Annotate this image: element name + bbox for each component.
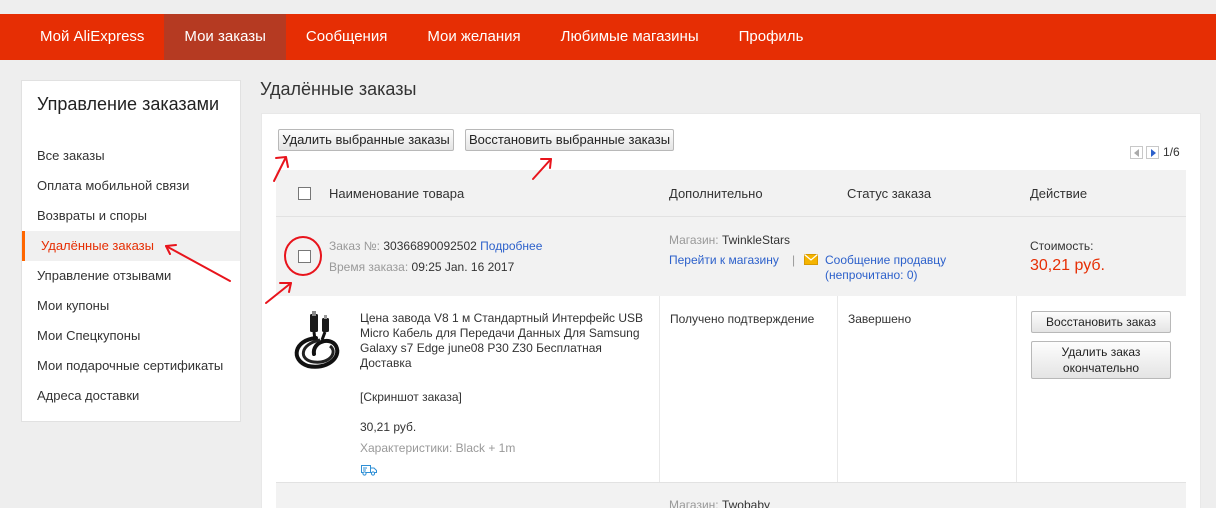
nav-profile[interactable]: Профиль [719,14,824,60]
product-title-line: Micro Кабель для Передачи Данных Для Sam… [360,326,640,340]
order-time-label: Время заказа: [329,260,409,274]
nav-messages[interactable]: Сообщения [286,14,407,60]
message-seller-link[interactable]: Сообщение продавцу [825,253,946,267]
chevron-right-icon [1151,148,1156,157]
restore-order-button[interactable]: Восстановить заказ [1031,311,1171,333]
pager: 1/6 [1130,145,1180,159]
store-name: TwinkleStars [721,233,790,247]
sidebar-item-mobile-payment[interactable]: Оплата мобильной связи [22,171,240,201]
order-time: 09:25 Jan. 16 2017 [411,260,515,274]
sidebar-item-returns-disputes[interactable]: Возвраты и споры [22,201,240,231]
table-header: Наименование товара Дополнительно Статус… [276,170,1186,216]
sidebar-item-deleted-orders[interactable]: Удалённые заказы [22,231,240,261]
cost-label: Стоимость: [1030,239,1094,253]
column-divider [837,296,838,482]
main-nav: Мой AliExpress Мои заказы Сообщения Мои … [20,14,1216,60]
orders-panel: Удалить выбранные заказы Восстановить вы… [261,113,1201,508]
column-divider [659,296,660,482]
header-status: Статус заказа [847,186,932,201]
order-checkbox[interactable] [298,250,311,263]
product-image[interactable] [286,310,348,372]
delete-selected-button[interactable]: Удалить выбранные заказы [278,129,454,151]
chevron-left-icon [1134,148,1139,157]
unread-close: ) [913,268,918,282]
sidebar-item-feedback[interactable]: Управление отзывами [22,261,240,291]
product-title-line: Доставка [360,356,412,370]
product-specs: Black + 1m [455,441,516,455]
go-to-store-link[interactable]: Перейти к магазину [669,253,779,267]
delete-button-line: окончательно [1062,361,1140,375]
pager-prev-button[interactable] [1130,145,1143,159]
header-action: Действие [1030,186,1088,201]
delete-button-line: Удалить заказ [1061,345,1141,359]
pager-text: 1/6 [1163,145,1180,159]
unread-open: (непрочитано: [825,268,904,282]
product-specs-line: Характеристики: Black + 1m [360,441,515,455]
sidebar-item-gift-cards[interactable]: Мои подарочные сертификаты [22,351,240,381]
store-label: Магазин: [669,498,719,508]
page-title: Удалённые заказы [260,79,417,99]
product-price: 30,21 руб. [360,420,417,434]
envelope-icon [804,254,818,265]
extra-status: Получено подтверждение [670,312,815,326]
unread-count: 0 [906,268,914,282]
sidebar-item-coupons[interactable]: Мои купоны [22,291,240,321]
product-title-link[interactable]: Цена завода V8 1 м Стандартный Интерфейс… [360,311,658,371]
unread-count-line[interactable]: (непрочитано: 0) [825,268,918,282]
order-screenshot-link[interactable]: [Скриншот заказа] [360,390,462,404]
sidebar: Управление заказами Все заказы Оплата мо… [21,80,241,422]
order-number-label: Заказ №: [329,239,381,253]
delete-order-permanently-button[interactable]: Удалить заказ окончательно [1031,341,1171,379]
delivery-truck-icon [361,465,377,476]
sidebar-item-special-coupons[interactable]: Мои Спецкупоны [22,321,240,351]
nav-favorite-stores[interactable]: Любимые магазины [541,14,719,60]
order-number-line: Заказ №: 30366890092502 Подробнее [329,239,542,253]
pager-next-button[interactable] [1146,145,1159,159]
order-body: Цена завода V8 1 м Стандартный Интерфейс… [276,296,1186,482]
order-header: Магазин: Twobaby [276,482,1186,508]
sidebar-item-all-orders[interactable]: Все заказы [22,141,240,171]
nav-my-orders[interactable]: Мои заказы [164,14,286,60]
restore-selected-button[interactable]: Восстановить выбранные заказы [465,129,674,151]
header-product: Наименование товара [329,186,465,201]
link-separator: | [792,253,796,267]
sidebar-item-addresses[interactable]: Адреса доставки [22,381,240,411]
order-status: Завершено [848,312,912,326]
store-name: Twobaby [721,498,770,508]
order-number: 30366890092502 [383,239,477,253]
product-title-line: Цена завода V8 1 м Стандартный Интерфейс… [360,311,644,325]
column-divider [1016,296,1017,482]
nav-wishlist[interactable]: Мои желания [407,14,540,60]
select-all-checkbox[interactable] [298,187,311,200]
order-header: Заказ №: 30366890092502 Подробнее Время … [276,216,1186,296]
order-cost: 30,21 руб. [1030,257,1105,274]
product-title-line: Galaxy s7 Edge june08 P30 Z30 Бесплатная [360,341,602,355]
nav-my-aliexpress[interactable]: Мой AliExpress [20,14,164,60]
store-line: Магазин: TwinkleStars [669,233,790,247]
top-nav-bar: Мой AliExpress Мои заказы Сообщения Мои … [0,14,1216,60]
store-label: Магазин: [669,233,719,247]
order-details-link[interactable]: Подробнее [480,239,542,253]
product-specs-label: Характеристики: [360,441,453,455]
sidebar-title: Управление заказами [37,94,220,114]
store-line: Магазин: Twobaby [669,498,770,508]
header-extra: Дополнительно [669,186,763,201]
order-time-line: Время заказа: 09:25 Jan. 16 2017 [329,260,514,274]
